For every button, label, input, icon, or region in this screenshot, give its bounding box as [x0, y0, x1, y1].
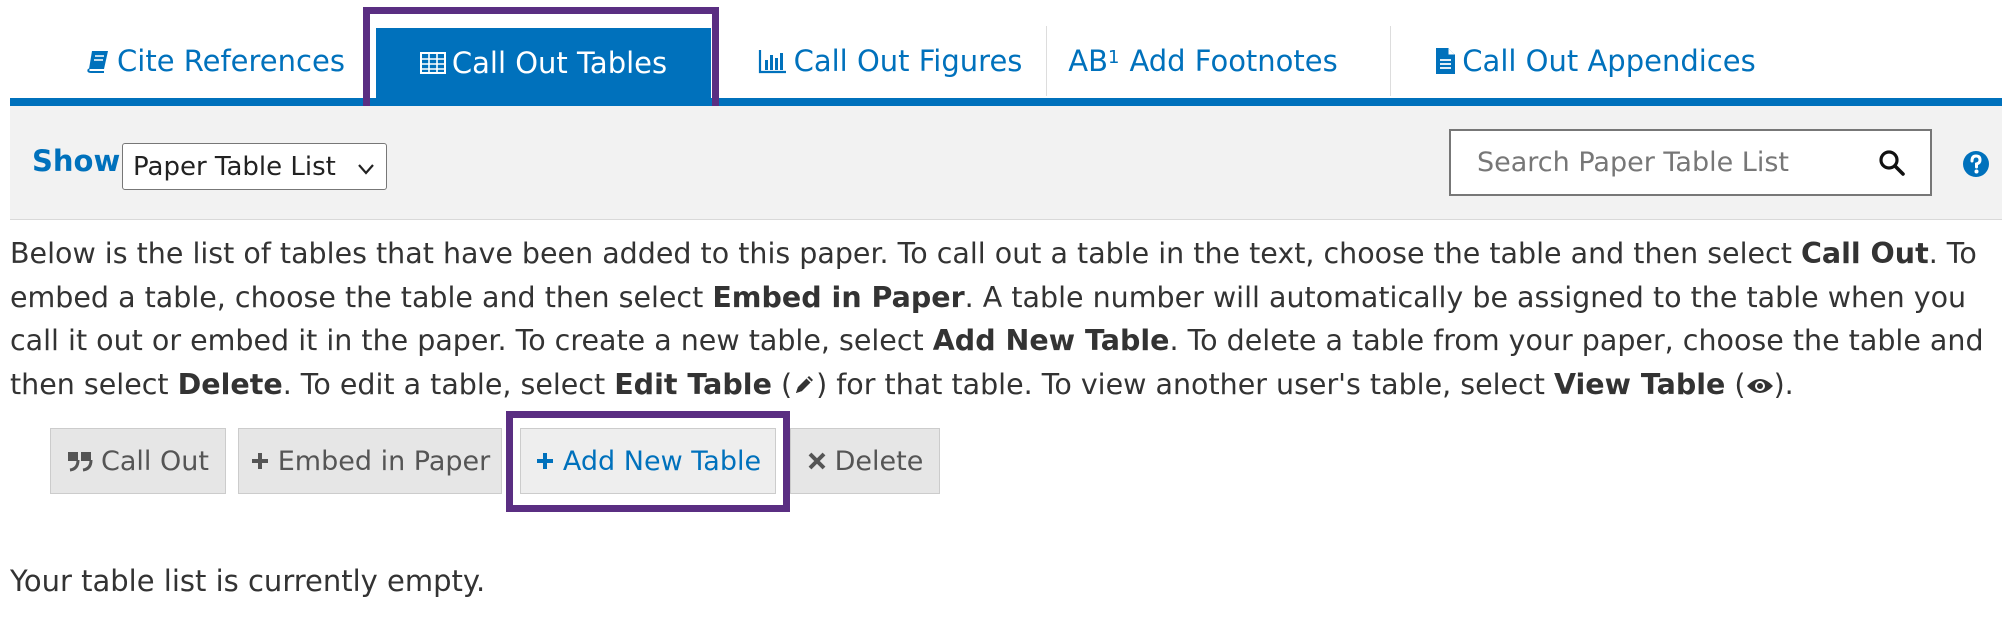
button-label: Embed in Paper	[277, 445, 491, 477]
instructions-part: (	[1725, 367, 1746, 401]
chevron-down-icon	[356, 156, 376, 186]
instructions-part: ).	[1773, 367, 1794, 401]
instructions-part: (	[771, 367, 793, 401]
instructions-bold: Add New Table	[932, 324, 1170, 357]
delete-button[interactable]: Delete	[790, 428, 940, 494]
close-icon	[807, 451, 827, 471]
superscript-icon: AB 1	[1068, 44, 1119, 78]
instructions-bold: Edit Table	[614, 367, 772, 401]
tab-add-footnotes[interactable]: AB 1 Add Footnotes	[1058, 26, 1348, 96]
superscript-number: 1	[1107, 46, 1120, 68]
show-label: Show	[32, 144, 121, 178]
instructions-text: Below is the list of tables that have be…	[10, 232, 2002, 409]
call-out-button[interactable]: Call Out	[50, 428, 226, 494]
instructions-bold: Delete	[177, 367, 283, 401]
bar-chart-icon	[758, 48, 788, 74]
search-box	[1449, 129, 1932, 196]
tab-call-out-figures[interactable]: Call Out Figures	[745, 26, 1035, 96]
list-select[interactable]: Paper Table List	[122, 143, 387, 190]
tab-divider	[1390, 26, 1391, 96]
highlight-box-button	[506, 411, 790, 512]
pencil-icon	[792, 366, 816, 410]
quote-icon	[67, 450, 93, 472]
toolbar: Show Paper Table List	[10, 106, 2002, 220]
tab-label: Add Footnotes	[1129, 44, 1338, 78]
embed-in-paper-button[interactable]: Embed in Paper	[238, 428, 502, 494]
button-label: Call Out	[101, 445, 209, 477]
tab-bar: Cite References Call Out Tables Call Out…	[10, 0, 2002, 102]
superscript-prefix: AB	[1068, 44, 1108, 78]
tab-label: Call Out Figures	[793, 44, 1023, 78]
instructions-part: ) for that table. To view another user's…	[816, 367, 1554, 401]
search-icon[interactable]	[1878, 149, 1906, 181]
eye-icon	[1746, 366, 1774, 410]
help-icon[interactable]	[1962, 150, 1990, 182]
tab-call-out-appendices[interactable]: Call Out Appendices	[1430, 26, 1760, 96]
empty-state-message: Your table list is currently empty.	[10, 564, 486, 598]
instructions-part: Below is the list of tables that have be…	[10, 237, 1801, 270]
instructions-bold: Call Out	[1800, 237, 1929, 270]
document-icon	[1434, 47, 1456, 75]
button-label: Delete	[834, 445, 924, 477]
search-input[interactable]	[1451, 147, 1851, 178]
tab-cite-references[interactable]: Cite References	[85, 26, 345, 96]
list-select-value: Paper Table List	[133, 151, 336, 182]
book-icon	[85, 48, 111, 74]
instructions-bold: Embed in Paper	[712, 280, 965, 314]
plus-icon	[250, 451, 270, 471]
instructions-part: . To edit a table, select	[282, 367, 615, 401]
tab-label: Call Out Appendices	[1462, 44, 1756, 78]
instructions-bold: View Table	[1553, 367, 1726, 401]
tab-underline	[10, 98, 2002, 106]
tab-label: Cite References	[117, 44, 345, 78]
tab-divider	[1046, 26, 1047, 96]
